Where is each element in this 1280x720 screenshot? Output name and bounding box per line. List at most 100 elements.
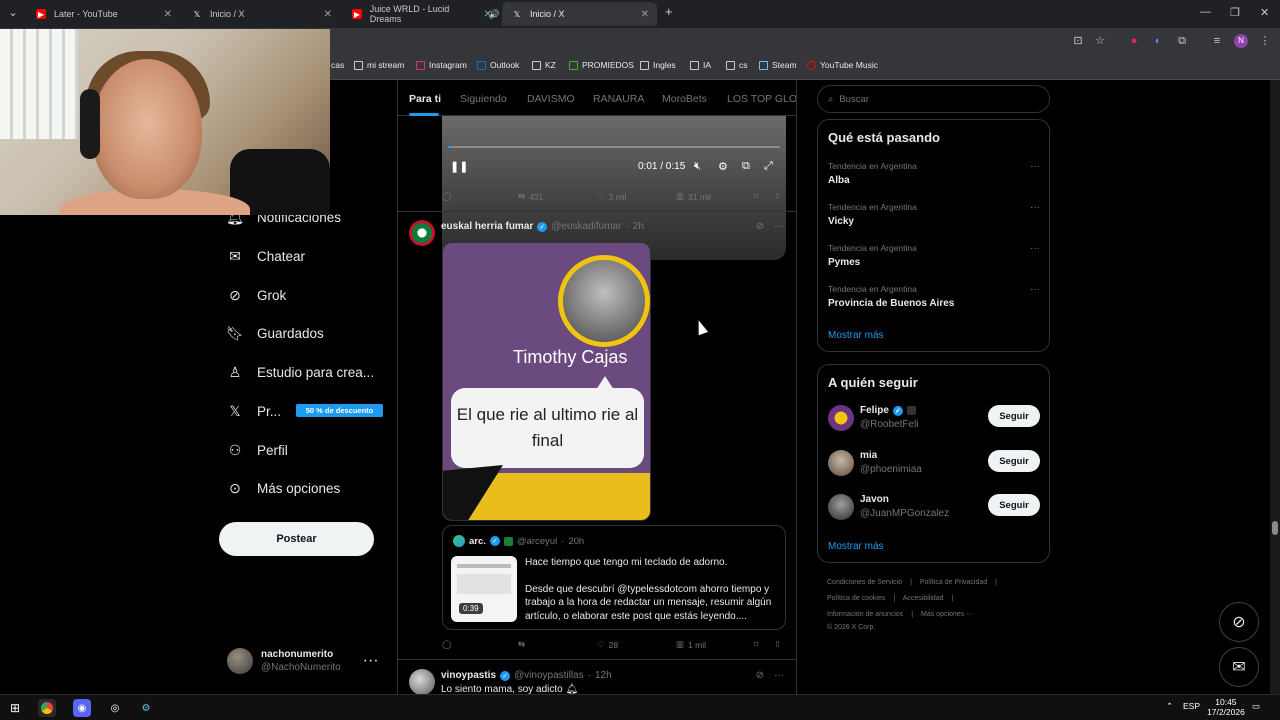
- menu-kebab-icon[interactable]: ⋮: [1258, 34, 1272, 48]
- bookmark-item[interactable]: KZ: [532, 60, 556, 70]
- language-indicator[interactable]: ESP: [1183, 701, 1200, 711]
- browser-tab-youtube-later[interactable]: ▶ Later - YouTube ✕: [26, 2, 180, 26]
- browser-tab-x-home[interactable]: 𝕏 Inicio / X ✕: [182, 2, 340, 26]
- bookmark-item[interactable]: IA: [690, 60, 711, 70]
- media-control-icon[interactable]: ≡: [1210, 34, 1224, 48]
- more-icon[interactable]: ···: [774, 221, 784, 232]
- retweet-button[interactable]: ⇆ 431: [518, 191, 543, 202]
- follow-suggestion[interactable]: Felipe ✓ @RoobetFeli Seguir: [828, 405, 1040, 435]
- fullscreen-icon[interactable]: ⤢: [764, 160, 773, 173]
- nav-item-chat[interactable]: ✉ Chatear: [227, 248, 305, 264]
- show-more-link[interactable]: Mostrar más: [828, 330, 884, 341]
- video-player[interactable]: ❚❚ 0:01 / 0:15 🔇︎ ⚙ ⧉ ⤢: [442, 116, 786, 260]
- follow-suggestion[interactable]: mia @phoenimiaa Seguir: [828, 450, 1040, 480]
- more-icon[interactable]: ···: [774, 670, 784, 681]
- minimize-icon[interactable]: —: [1200, 6, 1211, 18]
- new-tab-button[interactable]: +: [665, 4, 673, 19]
- browser-tab-x-home-active[interactable]: 𝕏 Inicio / X ✕: [502, 2, 657, 26]
- footer-link[interactable]: Información de anuncios: [827, 611, 903, 618]
- scrollbar[interactable]: [1270, 80, 1280, 694]
- close-icon[interactable]: ✕: [484, 9, 492, 20]
- profile-avatar[interactable]: N: [1234, 34, 1248, 48]
- close-icon[interactable]: ✕: [324, 9, 332, 20]
- share-icon[interactable]: ⇧: [774, 191, 781, 202]
- share-icon[interactable]: ⇧: [774, 639, 781, 650]
- tweet-image[interactable]: Timothy Cajas El que rie al ultimo rie a…: [442, 242, 651, 521]
- footer-link[interactable]: Política de Privacidad: [920, 579, 987, 586]
- retweet-icon[interactable]: ⇆: [518, 639, 525, 650]
- close-icon[interactable]: ✕: [164, 9, 172, 20]
- account-switcher[interactable]: nachonumerito @NachoNumerito ···: [227, 648, 379, 674]
- show-more-link[interactable]: Mostrar más: [828, 541, 884, 552]
- tab-following[interactable]: Siguiendo: [460, 93, 507, 105]
- scrollbar-thumb[interactable]: [1272, 521, 1278, 535]
- nav-item-more-options[interactable]: ⊙ Más opciones: [227, 480, 340, 496]
- grok-fab-button[interactable]: ⊘: [1219, 602, 1259, 642]
- bookmark-item[interactable]: Instagram: [416, 60, 467, 70]
- more-icon[interactable]: ···: [1030, 161, 1040, 172]
- bookmark-item[interactable]: Ingles: [640, 60, 676, 70]
- notification-icon[interactable]: ▭: [1252, 701, 1260, 712]
- quote-video-thumbnail[interactable]: 0:39: [451, 556, 517, 622]
- grok-icon[interactable]: ⊘: [756, 221, 764, 232]
- bookmark-item[interactable]: Steam: [759, 60, 797, 70]
- tab-ranaura[interactable]: RANAURA: [593, 93, 644, 105]
- grok-icon[interactable]: ⊘: [756, 670, 764, 681]
- nav-item-grok[interactable]: ⊘ Grok: [227, 287, 286, 303]
- bookmark-item[interactable]: cas: [331, 60, 344, 70]
- tab-davismo[interactable]: DAVISMO: [527, 93, 575, 105]
- close-icon[interactable]: ✕: [641, 9, 649, 20]
- chrome-icon[interactable]: [38, 699, 56, 717]
- bookmark-icon[interactable]: ⌑: [754, 639, 758, 650]
- tweet-time[interactable]: 12h: [595, 670, 612, 681]
- views-button[interactable]: ▥ 1 mil: [676, 639, 706, 650]
- footer-link[interactable]: Más opciones ···: [921, 611, 973, 618]
- avatar[interactable]: [409, 669, 435, 694]
- follow-suggestion[interactable]: Javon @JuanMPGonzalez Seguir: [828, 494, 1040, 524]
- tweet-time[interactable]: 2h: [633, 221, 644, 232]
- premium-discount-badge[interactable]: 50 % de descuento: [296, 404, 383, 417]
- nav-item-profile[interactable]: ⚇ Perfil: [227, 442, 288, 458]
- more-icon[interactable]: ···: [1030, 202, 1040, 213]
- bookmark-item[interactable]: mi stream: [354, 60, 404, 70]
- tab-morobets[interactable]: MoroBets: [662, 93, 707, 105]
- nav-item-bookmarks[interactable]: 🔖︎ Guardados: [226, 325, 324, 341]
- pause-icon[interactable]: ❚❚: [450, 160, 468, 173]
- extension-audio-icon[interactable]: ◖: [1150, 34, 1164, 48]
- reply-icon[interactable]: ◯: [442, 639, 452, 650]
- post-button[interactable]: Postear: [219, 522, 374, 556]
- tray-chevron-icon[interactable]: ⌃: [1166, 701, 1173, 712]
- nav-item-premium[interactable]: 𝕏 Pr...: [227, 403, 281, 419]
- follow-button[interactable]: Seguir: [988, 450, 1040, 472]
- steam-icon[interactable]: ⚙: [137, 699, 155, 717]
- settings-icon[interactable]: ⚙: [718, 160, 728, 173]
- bookmark-item[interactable]: PROMIEDOS: [569, 60, 634, 70]
- extensions-icon[interactable]: ⧉: [1175, 34, 1189, 48]
- follow-button[interactable]: Seguir: [988, 494, 1040, 516]
- discord-icon[interactable]: ◉: [73, 699, 91, 717]
- views-button[interactable]: ▥ 31 mil: [676, 191, 711, 202]
- tweet-author-handle[interactable]: @euskadifumar: [551, 221, 621, 232]
- restore-icon[interactable]: ❐: [1230, 6, 1240, 19]
- tweet-author-name[interactable]: euskal herria fumar: [441, 221, 533, 232]
- avatar[interactable]: [409, 220, 435, 246]
- nav-item-creator-studio[interactable]: ♙ Estudio para crea...: [227, 364, 374, 380]
- trend-item[interactable]: Tendencia en Argentina Vicky ···: [828, 202, 1040, 227]
- footer-link[interactable]: Accesibilidad: [903, 595, 944, 602]
- search-box[interactable]: ⌕ Buscar: [817, 85, 1050, 113]
- tweet-author-handle[interactable]: @vinoypastillas: [514, 670, 584, 681]
- more-icon[interactable]: ···: [363, 652, 379, 670]
- like-button[interactable]: ♡ 3 mil: [597, 191, 627, 202]
- trend-item[interactable]: Tendencia en Argentina Alba ···: [828, 161, 1040, 186]
- more-icon[interactable]: ···: [1030, 243, 1040, 254]
- close-window-icon[interactable]: ✕: [1260, 6, 1269, 19]
- clock[interactable]: 10:45 17/2/2026: [1207, 697, 1245, 717]
- obs-icon[interactable]: ◎: [106, 699, 124, 717]
- extension-record-icon[interactable]: ●: [1127, 34, 1141, 48]
- bookmark-icon[interactable]: ⌑: [754, 191, 758, 202]
- bookmark-item[interactable]: Outlook: [477, 60, 519, 70]
- footer-link[interactable]: Política de cookies: [827, 595, 885, 602]
- reply-icon[interactable]: ◯: [442, 191, 452, 202]
- mute-icon[interactable]: 🔇︎: [694, 160, 701, 173]
- tab-for-you[interactable]: Para ti: [409, 93, 441, 105]
